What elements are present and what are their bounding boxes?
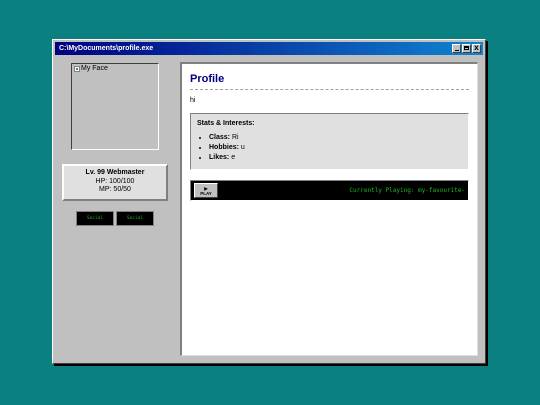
- interest-value: Ri: [231, 134, 239, 141]
- interests-list: Class: Ri Hobbies: u Likes: e: [197, 133, 462, 163]
- page-title: Profile: [190, 73, 469, 90]
- maximize-icon: [464, 46, 469, 50]
- interest-item-likes: Likes: e: [209, 153, 462, 163]
- interests-box: Stats & Interests: Class: Ri Hobbies: u …: [190, 113, 469, 170]
- interests-heading: Stats & Interests:: [197, 120, 255, 127]
- maximize-button[interactable]: [462, 44, 471, 53]
- avatar: My Face: [71, 63, 159, 150]
- interest-key: Hobbies:: [209, 144, 239, 151]
- mp-label: MP: 50/50: [99, 186, 131, 193]
- play-button[interactable]: ▶ PLAY: [194, 183, 218, 198]
- interest-value: e: [231, 154, 236, 161]
- hp-label: HP: 100/100: [95, 177, 135, 185]
- broken-image-icon: [74, 66, 80, 72]
- window-title: C:\MyDocuments\profile.exe: [59, 45, 154, 52]
- play-label: PLAY: [200, 190, 212, 196]
- character-stats: Lv. 99 Webmaster HP: 100/100 MP: 50/50: [62, 164, 168, 201]
- title-bar[interactable]: C:\MyDocuments\profile.exe X: [55, 42, 483, 55]
- social-button-2[interactable]: Social: [116, 211, 154, 226]
- interest-value: u: [240, 144, 245, 151]
- interest-key: Class:: [209, 134, 231, 141]
- now-playing-marquee: Currently Playing: my-favourite-: [349, 187, 465, 194]
- level-label: Lv. 99 Webmaster: [85, 169, 145, 176]
- profile-content: Profile hi Stats & Interests: Class: Ri …: [180, 62, 478, 356]
- close-button[interactable]: X: [472, 44, 481, 53]
- social-button-1[interactable]: Social: [76, 211, 114, 226]
- bio-text: hi: [190, 97, 196, 104]
- music-player: ▶ PLAY Currently Playing: my-favourite-: [190, 180, 469, 201]
- window-controls: X: [452, 44, 481, 53]
- minimize-button[interactable]: [452, 44, 461, 53]
- interest-key: Likes:: [209, 154, 230, 161]
- minimize-icon: [454, 50, 459, 51]
- interest-item-class: Class: Ri: [209, 133, 462, 143]
- avatar-image: My Face: [74, 65, 156, 72]
- avatar-alt-text: My Face: [81, 65, 108, 72]
- interest-item-hobbies: Hobbies: u: [209, 143, 462, 153]
